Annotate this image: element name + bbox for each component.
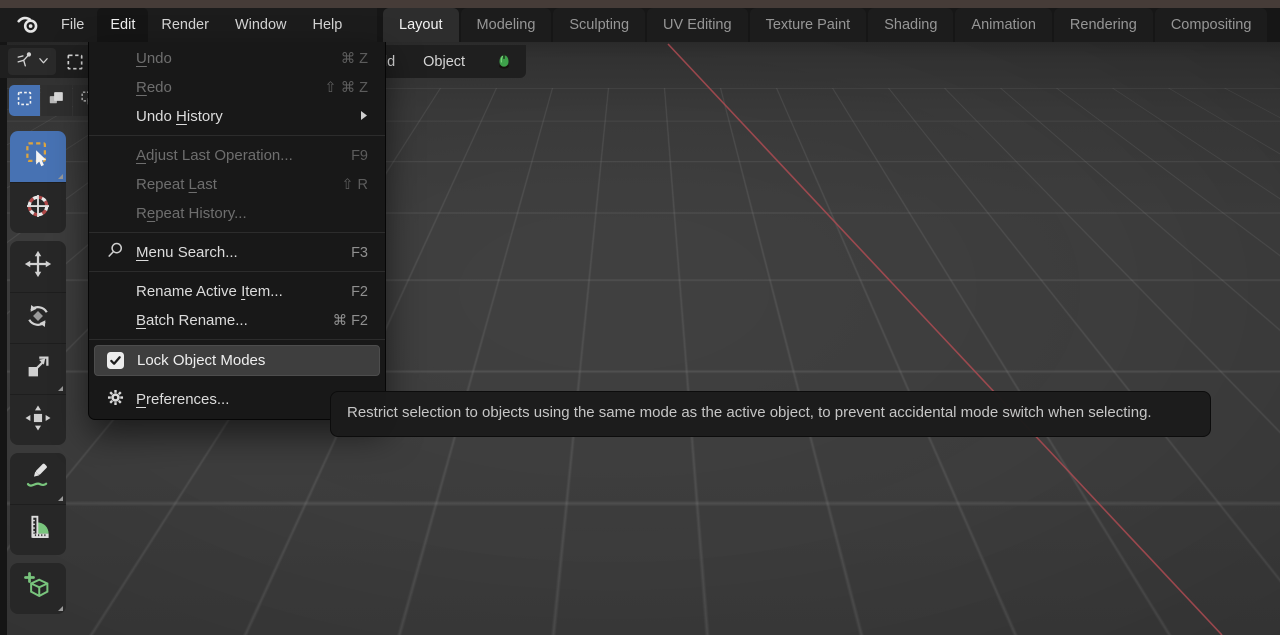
menu-item-lock-object-modes[interactable]: Lock Object Modes [94,345,380,376]
tab-modeling[interactable]: Modeling [460,8,552,42]
tab-rendering[interactable]: Rendering [1053,8,1153,42]
subtool-corner-mark [58,496,63,501]
menu-separator [89,232,385,233]
tooltip: Restrict selection to objects using the … [330,391,1211,437]
menu-item-menu-search[interactable]: Menu Search... F3 [94,238,380,267]
toolbar-group [10,131,66,233]
tooltip-text: Restrict selection to objects using the … [347,404,1152,421]
submenu-arrow-icon [360,108,368,125]
add-cube-tool[interactable] [10,563,66,614]
menu-item-label: Repeat Last [136,176,217,193]
menu-item-label: Menu Search... [136,244,238,261]
edit-menu-dropdown: Undo ⌘ Z Redo ⇧ ⌘ Z Undo History Adjust Last … [88,42,386,420]
chevron-down-icon [38,54,49,70]
tool-addcube-icon [23,571,53,606]
shortcut-label: ⇧ ⌘ Z [324,79,368,96]
tool-transform-icon [23,403,53,438]
workspace-tabs-zone: Layout Modeling Sculpting UV Editing Texture… [377,8,1280,42]
menu-separator [89,135,385,136]
select-mode-set[interactable] [9,85,40,116]
menu-item-label: Rename Active Item... [136,283,283,300]
subtool-corner-mark [58,174,63,179]
tool-measure-icon [23,513,53,548]
tab-layout[interactable]: Layout [383,8,459,42]
select-mode-extend[interactable] [41,85,72,116]
menu-item-undo-history[interactable]: Undo History [94,102,380,131]
search-icon [106,241,125,264]
shortcut-label: ⇧ R [341,176,368,193]
tool-move-icon [23,249,53,284]
transform-tool[interactable] [10,394,66,445]
menu-separator [89,339,385,340]
sel-set-icon [15,89,34,113]
move-tool[interactable] [10,241,66,292]
tab-compositing[interactable]: Compositing [1154,8,1268,42]
menu-item-label: Repeat History... [136,205,247,222]
tool-cursor-icon [23,191,53,226]
tab-shading[interactable]: Shading [868,8,954,42]
select-box-tool[interactable] [10,131,66,182]
tool-select-icon [23,139,53,174]
shortcut-label: ⌘ F2 [332,312,368,329]
toolbar [10,131,66,622]
shortcut-label: F9 [351,147,368,164]
menu-item-label: Lock Object Modes [137,352,266,369]
tab-sculpting[interactable]: Sculpting [553,8,646,42]
tab-animation[interactable]: Animation [955,8,1052,42]
toolbar-group [10,241,66,445]
menu-separator [89,271,385,272]
menu-item-redo: Redo ⇧ ⌘ Z [94,73,380,102]
checkbox-checked [107,352,124,369]
tool-annotate-icon [23,461,53,496]
menubar: File Edit Render Window Help [0,8,355,42]
object-mode-icon [15,50,34,73]
cursor-tool[interactable] [10,182,66,233]
scale-tool[interactable] [10,343,66,394]
sel-extend-icon [47,89,66,113]
workspace-tabs: Layout Modeling Sculpting UV Editing Texture… [377,8,1280,42]
shortcut-label: ⌘ Z [340,50,368,67]
select-box-icon[interactable] [65,52,85,72]
toolbar-region-edge [0,42,7,635]
shortcut-label: F3 [351,244,368,261]
toolbar-group [10,453,66,555]
menu-item-label: Undo History [136,108,223,125]
menubar-item-render[interactable]: Render [148,8,222,42]
menu-item-repeat-history: Repeat History... [94,199,380,228]
tool-scale-icon [23,352,53,387]
menu-item-label: Redo [136,79,172,96]
tool-rotate-icon [23,301,53,336]
menu-item-batch-rename[interactable]: Batch Rename... ⌘ F2 [94,306,380,335]
shortcut-label: F2 [351,283,368,300]
menubar-item-edit[interactable]: Edit [97,8,149,42]
menu-item-adjust-last-operation: Adjust Last Operation... F9 [94,141,380,170]
menu-item-label: Batch Rename... [136,312,248,329]
mode-dropdown-button[interactable] [8,48,56,75]
tab-texture-paint[interactable]: Texture Paint [749,8,867,42]
measure-tool[interactable] [10,504,66,555]
blender-logo-icon[interactable] [10,8,48,42]
object-menu[interactable]: Object [419,54,469,70]
tab-uv-editing[interactable]: UV Editing [647,8,748,42]
toolbar-group [10,563,66,614]
window-title-strip [0,0,1280,8]
menu-item-repeat-last: Repeat Last ⇧ R [94,170,380,199]
gear-icon [106,388,125,411]
subtool-corner-mark [58,606,63,611]
menubar-item-help[interactable]: Help [300,8,356,42]
menu-item-rename-active-item[interactable]: Rename Active Item... F2 [94,277,380,306]
menu-item-label: Undo [136,50,172,67]
subtool-corner-mark [58,386,63,391]
menu-item-undo: Undo ⌘ Z [94,44,380,73]
menubar-item-file[interactable]: File [48,8,97,42]
green-blob-icon[interactable] [495,53,513,71]
annotate-tool[interactable] [10,453,66,504]
menu-item-label: Adjust Last Operation... [136,147,293,164]
menubar-item-window[interactable]: Window [222,8,300,42]
rotate-tool[interactable] [10,292,66,343]
